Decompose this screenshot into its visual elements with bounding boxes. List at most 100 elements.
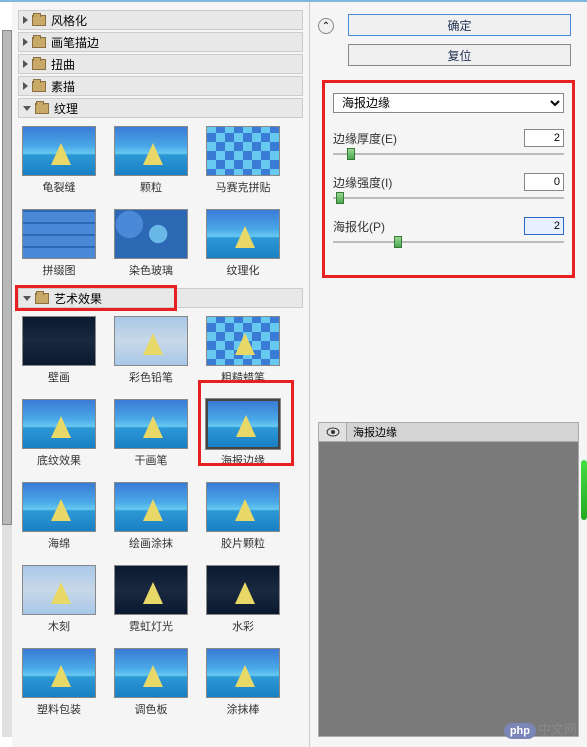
filter-thumbnail[interactable]: 粗糙蜡笔 [204, 316, 282, 385]
filter-thumbnail[interactable]: 彩色铅笔 [112, 316, 190, 385]
category-texture[interactable]: 纹理 [18, 98, 303, 118]
thumbnail-label: 马赛克拼贴 [216, 179, 271, 195]
filter-thumbnail[interactable]: 纹理化 [204, 209, 282, 278]
param-input[interactable] [524, 129, 564, 147]
left-scrollbar[interactable] [2, 30, 12, 737]
thumbnail-image [22, 126, 96, 176]
thumbnail-label: 胶片颗粒 [221, 535, 265, 551]
visibility-eye-icon[interactable] [319, 423, 347, 441]
filter-thumbnail[interactable]: 染色玻璃 [112, 209, 190, 278]
thumbnail-label: 水彩 [232, 618, 254, 634]
filter-thumbnail[interactable]: 木刻 [20, 565, 98, 634]
filter-thumbnail[interactable]: 海报边缘 [204, 399, 282, 468]
param-label: 边缘强度(I) [333, 174, 392, 191]
param-slider[interactable] [333, 153, 564, 155]
param-label: 边缘厚度(E) [333, 130, 397, 147]
filter-thumbnail[interactable]: 壁画 [20, 316, 98, 385]
param-input[interactable] [524, 173, 564, 191]
chevron-right-icon [23, 82, 28, 90]
folder-icon [35, 103, 49, 114]
scroll-indicator[interactable] [581, 460, 587, 520]
thumbnail-image [114, 482, 188, 532]
category-label: 素描 [51, 78, 75, 95]
thumbnail-label: 涂抹棒 [227, 701, 260, 717]
watermark-badge: php [504, 723, 536, 739]
param-input[interactable] [524, 217, 564, 235]
thumbnail-label: 霓虹灯光 [129, 618, 173, 634]
param-slider[interactable] [333, 197, 564, 199]
chevron-down-icon [23, 296, 31, 301]
filter-category-panel: 风格化画笔描边扭曲素描 纹理 龟裂缝 颗粒马赛克拼贴拼缀图 染色玻璃纹理化 艺术效果… [12, 2, 310, 747]
thumbnail-label: 彩色铅笔 [129, 369, 173, 385]
category-row[interactable]: 素描 [18, 76, 303, 96]
thumbnail-image [22, 209, 96, 259]
category-label: 纹理 [54, 100, 78, 117]
thumbnail-image [206, 316, 280, 366]
filter-thumbnail[interactable]: 胶片颗粒 [204, 482, 282, 551]
thumbnail-label: 绘画涂抹 [129, 535, 173, 551]
filter-thumbnail[interactable]: 底纹效果 [20, 399, 98, 468]
preview-section: 海报边缘 [318, 422, 579, 737]
filter-thumbnail[interactable]: 塑料包装 [20, 648, 98, 717]
watermark: php中文网 [504, 719, 577, 739]
thumbnail-label: 拼缀图 [43, 262, 76, 278]
preview-label: 海报边缘 [347, 423, 578, 441]
thumbnail-label: 塑料包装 [37, 701, 81, 717]
filter-thumbnail[interactable]: 拼缀图 [20, 209, 98, 278]
preview-body [318, 442, 579, 737]
thumbnail-image [114, 126, 188, 176]
thumbnail-image [206, 209, 280, 259]
thumbnail-label: 粗糙蜡笔 [221, 369, 265, 385]
filter-thumbnail[interactable]: 马赛克拼贴 [204, 126, 282, 195]
thumbnail-image [114, 648, 188, 698]
chevron-right-icon [23, 60, 28, 68]
folder-icon [32, 15, 46, 26]
filter-thumbnail[interactable]: 绘画涂抹 [112, 482, 190, 551]
category-label: 画笔描边 [51, 34, 99, 51]
filter-thumbnail[interactable]: 霓虹灯光 [112, 565, 190, 634]
slider-thumb[interactable] [394, 236, 402, 248]
param-slider[interactable] [333, 241, 564, 243]
filter-settings-panel: ⌃ 确定 复位 海报边缘 边缘厚度(E) 边缘强度(I) 海报化(P) 海报边缘 [310, 2, 587, 747]
reset-button[interactable]: 复位 [348, 44, 571, 66]
ok-button[interactable]: 确定 [348, 14, 571, 36]
filter-thumbnail[interactable]: 海绵 [20, 482, 98, 551]
thumbnail-label: 龟裂缝 [43, 179, 76, 195]
params-highlight: 海报边缘 边缘厚度(E) 边缘强度(I) 海报化(P) [322, 80, 575, 278]
thumbnail-image [22, 565, 96, 615]
category-label: 艺术效果 [54, 290, 102, 307]
category-row[interactable]: 风格化 [18, 10, 303, 30]
thumbnail-label: 底纹效果 [37, 452, 81, 468]
thumbnail-label: 纹理化 [227, 262, 260, 278]
slider-thumb[interactable] [347, 148, 355, 160]
chevron-right-icon [23, 38, 28, 46]
category-row[interactable]: 扭曲 [18, 54, 303, 74]
chevron-down-icon [23, 106, 31, 111]
thumbnail-image [22, 399, 96, 449]
collapse-icon[interactable]: ⌃ [318, 18, 334, 34]
folder-icon [32, 59, 46, 70]
thumbnail-image [206, 565, 280, 615]
thumbnail-label: 干画笔 [135, 452, 168, 468]
thumbnail-label: 海绵 [48, 535, 70, 551]
thumbnail-image [22, 648, 96, 698]
filter-thumbnail[interactable]: 干画笔 [112, 399, 190, 468]
folder-icon [32, 37, 46, 48]
thumbnail-image [206, 482, 280, 532]
filter-thumbnail[interactable]: 水彩 [204, 565, 282, 634]
category-row[interactable]: 画笔描边 [18, 32, 303, 52]
thumbnail-image [22, 482, 96, 532]
param-label: 海报化(P) [333, 218, 385, 235]
category-artistic[interactable]: 艺术效果 [18, 288, 303, 308]
texture-thumbnails: 龟裂缝 颗粒马赛克拼贴拼缀图 染色玻璃纹理化 [18, 120, 303, 288]
filter-thumbnail[interactable]: 涂抹棒 [204, 648, 282, 717]
filter-thumbnail[interactable]: 调色板 [112, 648, 190, 717]
folder-icon [32, 81, 46, 92]
slider-thumb[interactable] [336, 192, 344, 204]
category-label: 扭曲 [51, 56, 75, 73]
filter-thumbnail[interactable]: 龟裂缝 [20, 126, 98, 195]
thumbnail-label: 木刻 [48, 618, 70, 634]
chevron-right-icon [23, 16, 28, 24]
filter-select[interactable]: 海报边缘 [333, 93, 564, 113]
filter-thumbnail[interactable]: 颗粒 [112, 126, 190, 195]
